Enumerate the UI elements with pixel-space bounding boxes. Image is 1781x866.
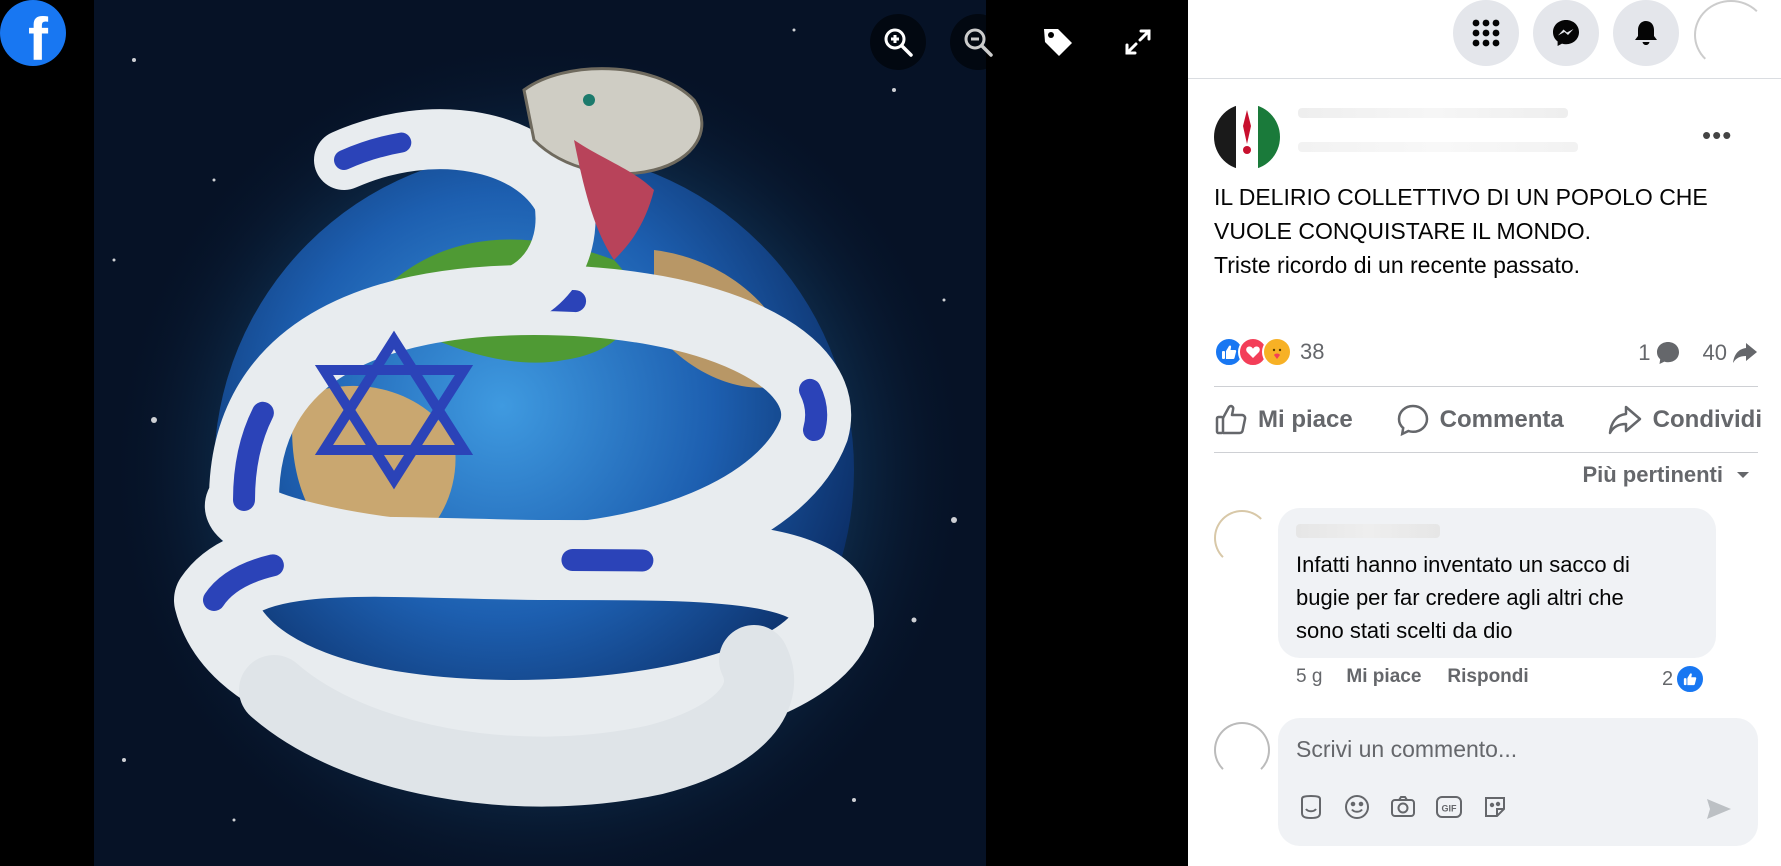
comment-meta: 5 g Mi piace Rispondi bbox=[1296, 666, 1555, 688]
more-options-icon[interactable]: ••• bbox=[1702, 122, 1732, 148]
reactions-summary[interactable]: 38 bbox=[1214, 334, 1324, 370]
comment-reply-button[interactable]: Rispondi bbox=[1447, 666, 1528, 688]
shares-count[interactable]: 40 bbox=[1703, 340, 1727, 366]
post-text: IL DELIRIO COLLETTIVO DI UN POPOLO CHE V… bbox=[1214, 180, 1754, 282]
my-avatar[interactable] bbox=[1214, 722, 1270, 778]
share-button[interactable]: Condividi bbox=[1607, 403, 1762, 437]
chevron-down-icon bbox=[1737, 472, 1749, 478]
comment-text-line: Infatti hanno inventato un sacco di bbox=[1296, 552, 1630, 577]
top-bar bbox=[1188, 0, 1781, 79]
comment-icon bbox=[1397, 404, 1428, 437]
reaction-count[interactable]: 38 bbox=[1300, 339, 1324, 365]
send-icon[interactable] bbox=[1704, 794, 1734, 824]
avatar-sticker-icon[interactable] bbox=[1296, 792, 1326, 822]
share-label: Condividi bbox=[1652, 406, 1762, 433]
post-meta-redacted bbox=[1298, 142, 1578, 152]
comments-count[interactable]: 1 bbox=[1638, 340, 1650, 366]
divider bbox=[1214, 386, 1758, 387]
fullscreen-icon[interactable] bbox=[1110, 14, 1166, 70]
menu-grid-icon[interactable] bbox=[1453, 0, 1519, 66]
account-avatar[interactable] bbox=[1694, 0, 1768, 70]
post-text-line: IL DELIRIO COLLETTIVO DI UN POPOLO CHE bbox=[1214, 184, 1708, 210]
comment-likes[interactable]: 2 bbox=[1662, 664, 1706, 694]
post-text-line: Triste ricordo di un recente passato. bbox=[1214, 252, 1581, 278]
like-icon bbox=[1215, 404, 1247, 435]
like-button[interactable]: Mi piace bbox=[1214, 403, 1353, 437]
comment-text: Infatti hanno inventato un sacco di bugi… bbox=[1296, 548, 1706, 647]
comment-label: Commenta bbox=[1439, 406, 1564, 433]
emoji-icon[interactable] bbox=[1342, 792, 1372, 822]
divider bbox=[1214, 452, 1758, 453]
post-text-line: VUOLE CONQUISTARE IL MONDO. bbox=[1214, 218, 1591, 244]
comment-composer[interactable]: Scrivi un commento... GIF bbox=[1278, 718, 1758, 846]
comment-bubble: Infatti hanno inventato un sacco di bugi… bbox=[1278, 508, 1716, 658]
comment-text-line: bugie per far credere agli altri che bbox=[1296, 585, 1624, 610]
page-avatar[interactable] bbox=[1214, 104, 1280, 170]
author-name-redacted bbox=[1298, 108, 1568, 118]
commenter-avatar[interactable] bbox=[1214, 510, 1270, 566]
comment-like-button[interactable]: Mi piace bbox=[1346, 666, 1421, 688]
commenter-name-redacted[interactable] bbox=[1296, 524, 1440, 538]
comment-sort-dropdown[interactable]: Più pertinenti bbox=[1582, 462, 1751, 488]
sort-label: Più pertinenti bbox=[1582, 462, 1723, 487]
comment-count-icon bbox=[1656, 342, 1679, 364]
tag-icon[interactable] bbox=[1030, 14, 1086, 70]
post-actions: Mi piace Commenta Condividi bbox=[1214, 396, 1762, 444]
comment-button[interactable]: Commenta bbox=[1396, 403, 1564, 437]
post-stats: 1 40 bbox=[1638, 336, 1759, 370]
comment-time[interactable]: 5 g bbox=[1296, 666, 1322, 688]
facebook-logo-icon[interactable]: f bbox=[0, 0, 66, 66]
messenger-icon[interactable] bbox=[1533, 0, 1599, 66]
notifications-bell-icon[interactable] bbox=[1613, 0, 1679, 66]
post-panel: ••• IL DELIRIO COLLETTIVO DI UN POPOLO C… bbox=[1188, 0, 1781, 866]
like-reaction-icon bbox=[1675, 664, 1706, 694]
zoom-in-icon[interactable] bbox=[870, 14, 926, 70]
share-icon bbox=[1608, 405, 1641, 435]
camera-icon[interactable] bbox=[1388, 792, 1418, 822]
photo-viewer: f bbox=[0, 0, 1188, 866]
post-photo bbox=[94, 0, 986, 866]
gif-icon[interactable]: GIF bbox=[1434, 792, 1464, 822]
comment-like-count: 2 bbox=[1662, 667, 1674, 690]
comment-text-line: sono stati scelti da dio bbox=[1296, 618, 1513, 643]
comment-input[interactable]: Scrivi un commento... bbox=[1296, 736, 1517, 763]
svg-text:GIF: GIF bbox=[1442, 804, 1458, 814]
care-reaction-icon bbox=[1262, 337, 1292, 367]
share-count-icon bbox=[1733, 343, 1757, 363]
sticker-icon[interactable] bbox=[1480, 792, 1510, 822]
zoom-out-icon[interactable] bbox=[950, 14, 1006, 70]
like-label: Mi piace bbox=[1258, 406, 1353, 433]
